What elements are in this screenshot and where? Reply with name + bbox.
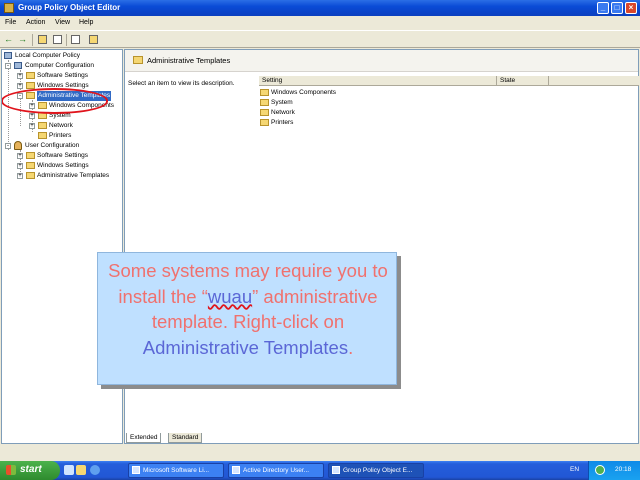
- user-icon: [14, 141, 22, 150]
- pane-header: Administrative Templates: [125, 50, 638, 72]
- toolbar: ← →: [0, 30, 640, 48]
- menu-bar: File Action View Help: [0, 17, 640, 29]
- app-icon: [4, 3, 14, 13]
- menu-help[interactable]: Help: [79, 19, 93, 26]
- tab-standard[interactable]: Standard: [168, 433, 203, 443]
- clock[interactable]: 20:18: [615, 466, 631, 473]
- folder-icon: [26, 162, 35, 169]
- help-icon[interactable]: [89, 35, 98, 44]
- annotation-oval: [2, 88, 108, 114]
- explorer-icon[interactable]: [76, 465, 86, 475]
- tab-extended[interactable]: Extended: [126, 433, 162, 443]
- toolbar-separator: [32, 34, 33, 46]
- taskbar-button-group-policy[interactable]: Group Policy Object E...: [328, 463, 424, 478]
- folder-icon: [38, 122, 47, 129]
- export-list-icon[interactable]: [71, 35, 80, 44]
- show-desktop-icon[interactable]: [64, 465, 74, 475]
- collapse-icon[interactable]: -: [5, 63, 11, 69]
- expand-icon[interactable]: +: [17, 153, 23, 159]
- toolbar-separator: [66, 34, 67, 46]
- taskbar: start Microsoft Software Li... Active Di…: [0, 461, 640, 480]
- folder-icon: [26, 152, 35, 159]
- folder-icon: [133, 56, 143, 64]
- menu-view[interactable]: View: [55, 19, 70, 26]
- folder-icon: [260, 119, 269, 126]
- expand-icon[interactable]: +: [29, 113, 35, 119]
- window-icon: [132, 466, 140, 474]
- up-folder-icon[interactable]: [38, 35, 47, 44]
- expand-icon[interactable]: +: [17, 163, 23, 169]
- back-arrow-icon[interactable]: ←: [3, 34, 14, 45]
- maximize-button[interactable]: □: [611, 2, 623, 14]
- internet-explorer-icon[interactable]: [90, 465, 100, 475]
- network-tray-icon[interactable]: [595, 465, 605, 475]
- folder-icon: [38, 132, 47, 139]
- folder-icon: [260, 89, 269, 96]
- menu-file[interactable]: File: [5, 19, 16, 26]
- folder-icon: [260, 109, 269, 116]
- pane-header-title: Administrative Templates: [147, 56, 231, 65]
- menu-action[interactable]: Action: [26, 19, 45, 26]
- minimize-button[interactable]: _: [597, 2, 609, 14]
- callout-target: Administrative Templates: [142, 336, 349, 358]
- folder-icon: [26, 172, 35, 179]
- column-separator[interactable]: [548, 76, 549, 86]
- callout-wuau: wuau: [207, 285, 253, 307]
- expand-icon[interactable]: +: [17, 83, 23, 89]
- start-button[interactable]: start: [0, 461, 60, 480]
- windows-logo-icon: [6, 465, 16, 475]
- computer-icon: [14, 62, 22, 69]
- callout-text-end: .: [348, 336, 354, 358]
- window-icon: [332, 466, 340, 474]
- folder-icon: [26, 72, 35, 79]
- instruction-callout: Some systems may require you to install …: [97, 252, 397, 385]
- folder-icon: [260, 99, 269, 106]
- group-policy-window: Group Policy Object Editor _ □ × File Ac…: [0, 0, 640, 461]
- computer-policy-icon: [4, 52, 12, 59]
- expand-icon[interactable]: +: [29, 123, 35, 129]
- column-state[interactable]: State: [500, 77, 515, 84]
- forward-arrow-icon[interactable]: →: [17, 34, 28, 45]
- description-text: Select an item to view its description.: [128, 80, 235, 87]
- window-icon: [232, 466, 240, 474]
- view-tabs: Extended Standard: [124, 433, 324, 443]
- language-indicator[interactable]: EN: [570, 466, 579, 473]
- window-title: Group Policy Object Editor: [18, 3, 121, 12]
- callout-text: Some systems may require you to install …: [104, 258, 392, 360]
- system-tray: 20:18: [588, 461, 640, 480]
- taskbar-button-microsoft-software[interactable]: Microsoft Software Li...: [128, 463, 224, 478]
- close-button[interactable]: ×: [625, 2, 637, 14]
- taskbar-button-active-directory[interactable]: Active Directory User...: [228, 463, 324, 478]
- title-bar[interactable]: Group Policy Object Editor _ □ ×: [0, 0, 640, 16]
- expand-icon[interactable]: +: [17, 73, 23, 79]
- column-separator[interactable]: [496, 76, 497, 86]
- collapse-icon[interactable]: -: [5, 143, 11, 149]
- expand-icon[interactable]: +: [17, 173, 23, 179]
- show-hide-tree-icon[interactable]: [53, 35, 62, 44]
- list-header: Setting State: [259, 76, 639, 86]
- column-setting[interactable]: Setting: [262, 77, 282, 84]
